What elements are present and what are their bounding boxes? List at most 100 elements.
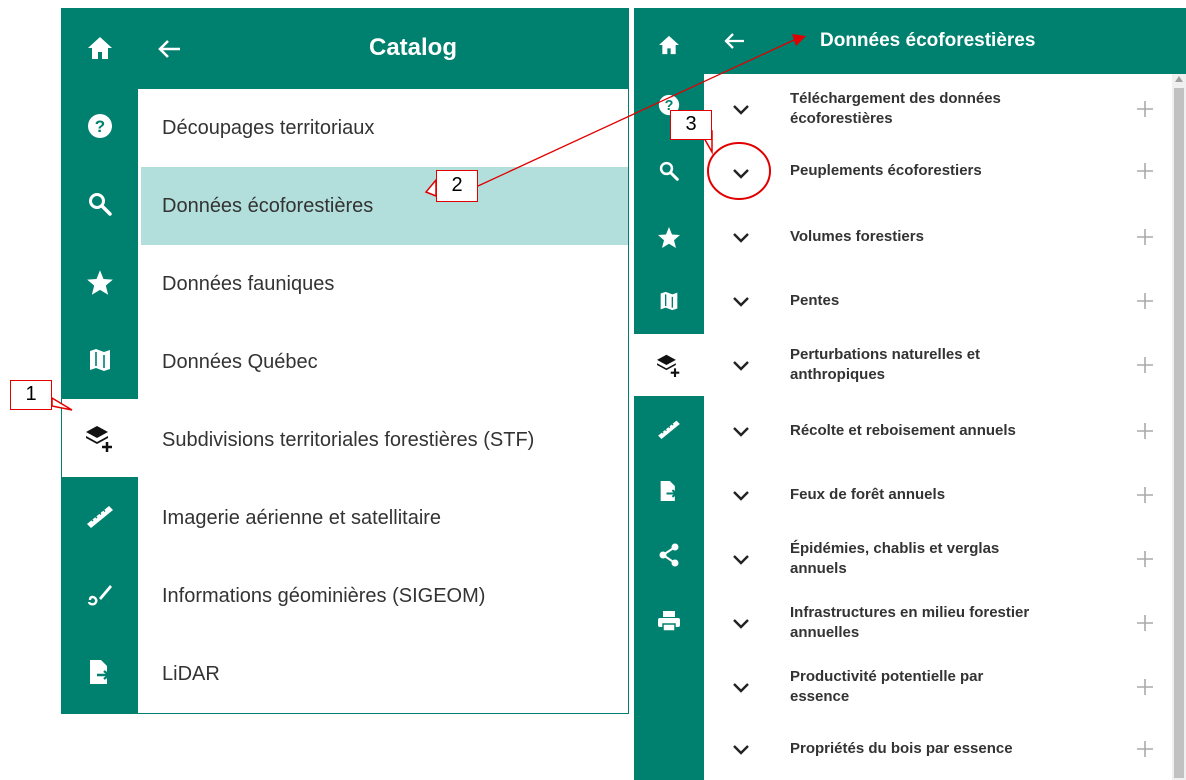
chevron-down-icon[interactable] — [728, 418, 754, 444]
plus-icon[interactable] — [1130, 94, 1160, 124]
layer-group-row: Feux de forêt annuels — [704, 464, 1174, 526]
ecoforest-header: Données écoforestières — [704, 8, 1186, 74]
layer-group-label[interactable]: Perturbations naturelles et anthropiques — [790, 334, 1090, 396]
measure-button[interactable] — [62, 477, 138, 555]
plus-icon[interactable] — [1130, 350, 1160, 380]
scroll-up-icon[interactable] — [1175, 76, 1183, 82]
layer-group-row: Pentes — [704, 270, 1174, 332]
export-button[interactable] — [62, 633, 138, 711]
layer-group-label[interactable]: Peuplements écoforestiers — [790, 142, 1090, 200]
layer-group-label[interactable]: Volumes forestiers — [790, 206, 1090, 268]
help-button[interactable]: ? — [62, 87, 138, 165]
layer-group-label[interactable]: Productivité potentielle par essence — [790, 656, 1090, 718]
catalog-item[interactable]: Subdivisions territoriales forestières (… — [141, 401, 628, 479]
map-button[interactable] — [634, 270, 704, 332]
layer-group-row: Téléchargement des données écoforestières — [704, 78, 1174, 140]
svg-text:?: ? — [95, 117, 105, 136]
catalog-item[interactable]: Données fauniques — [141, 245, 628, 323]
chevron-down-icon[interactable] — [728, 224, 754, 250]
catalog-item[interactable]: Découpages territoriaux — [141, 89, 628, 167]
home-button[interactable] — [62, 9, 138, 87]
star-icon — [87, 269, 113, 295]
plus-icon[interactable] — [1130, 608, 1160, 638]
help-icon: ? — [88, 114, 112, 138]
layer-group-label[interactable]: Infrastructures en milieu forestier annue… — [790, 592, 1090, 654]
layers-add-button[interactable] — [62, 399, 138, 477]
print-button[interactable] — [634, 590, 704, 652]
print-icon — [658, 611, 680, 632]
plus-icon[interactable] — [1130, 480, 1160, 510]
layer-group-row: Volumes forestiers — [704, 206, 1174, 268]
catalog-item[interactable]: Informations géominières (SIGEOM) — [141, 557, 628, 635]
search-button[interactable] — [62, 165, 138, 243]
plus-icon[interactable] — [1130, 286, 1160, 316]
favorites-button[interactable] — [62, 243, 138, 321]
layer-group-label[interactable]: Récolte et reboisement annuels — [790, 400, 1090, 462]
plus-icon[interactable] — [1130, 672, 1160, 702]
share-icon — [659, 543, 679, 567]
chevron-down-icon[interactable] — [728, 352, 754, 378]
callout-3-label: 3 — [670, 110, 712, 140]
layer-group-row: Peuplements écoforestiers — [704, 142, 1174, 204]
back-arrow-icon[interactable] — [722, 28, 748, 54]
file-export-icon — [90, 660, 111, 684]
chevron-down-icon[interactable] — [728, 96, 754, 122]
layer-group-row: Propriétés du bois par essence — [704, 718, 1174, 780]
export-button[interactable] — [634, 460, 704, 522]
plus-icon[interactable] — [1130, 416, 1160, 446]
chevron-down-icon[interactable] — [728, 546, 754, 572]
catalog-item-selected[interactable]: Données écoforestières — [141, 167, 628, 245]
catalog-item[interactable]: LiDAR — [141, 635, 628, 713]
ecoforest-panel: ? Données écoforestières Téléchargement … — [634, 8, 1186, 780]
layer-group-label[interactable]: Pentes — [790, 270, 1090, 332]
chevron-down-icon[interactable] — [728, 674, 754, 700]
home-icon — [659, 35, 679, 55]
layer-group-label[interactable]: Feux de forêt annuels — [790, 464, 1090, 526]
favorites-button[interactable] — [634, 206, 704, 268]
map-icon — [90, 349, 110, 371]
home-button[interactable] — [634, 14, 704, 76]
chevron-down-icon[interactable] — [728, 736, 754, 762]
draw-button[interactable] — [62, 555, 138, 633]
catalog-item[interactable]: Données Québec — [141, 323, 628, 401]
callout-1-label: 1 — [10, 380, 52, 410]
layer-group-label[interactable]: Épidémies, chablis et verglas annuels — [790, 528, 1090, 590]
chevron-down-icon[interactable] — [728, 482, 754, 508]
ecoforest-title: Données écoforestières — [820, 30, 1036, 51]
plus-icon[interactable] — [1130, 544, 1160, 574]
layer-group-row: Perturbations naturelles et anthropiques — [704, 334, 1174, 396]
search-icon — [659, 161, 679, 181]
left-sidebar-rail: ? — [62, 9, 138, 713]
scrollbar-thumb[interactable] — [1174, 88, 1184, 778]
file-export-icon — [660, 481, 679, 501]
star-icon — [658, 226, 680, 248]
catalog-header: Catalog — [138, 9, 628, 89]
measure-button[interactable] — [634, 398, 704, 460]
catalog-title: Catalog — [368, 34, 457, 61]
share-button[interactable] — [634, 524, 704, 586]
search-icon — [89, 193, 112, 216]
layer-group-row: Infrastructures en milieu forestier annue… — [704, 592, 1174, 654]
map-icon — [660, 291, 678, 311]
layers-add-button[interactable] — [634, 334, 704, 396]
layer-group-label[interactable]: Téléchargement des données écoforestières — [790, 78, 1090, 140]
layer-group-label[interactable]: Propriétés du bois par essence — [790, 718, 1090, 780]
chevron-down-icon[interactable] — [728, 160, 754, 186]
layers-add-icon — [86, 426, 112, 452]
draw-icon — [87, 585, 112, 606]
layer-group-row: Productivité potentielle par essence — [704, 656, 1174, 718]
ruler-icon — [658, 420, 680, 439]
plus-icon[interactable] — [1130, 734, 1160, 764]
layer-group-row: Épidémies, chablis et verglas annuels — [704, 528, 1174, 590]
plus-icon[interactable] — [1130, 222, 1160, 252]
ruler-icon — [87, 506, 113, 528]
search-button[interactable] — [634, 140, 704, 202]
chevron-down-icon[interactable] — [728, 288, 754, 314]
map-button[interactable] — [62, 321, 138, 399]
catalog-item[interactable]: Imagerie aérienne et satellitaire — [141, 479, 628, 557]
catalog-panel: ? Catalog Découpages territoriaux Donnée… — [61, 8, 629, 714]
scrollbar[interactable] — [1172, 74, 1186, 780]
layers-add-icon — [657, 354, 680, 377]
plus-icon[interactable] — [1130, 156, 1160, 186]
chevron-down-icon[interactable] — [728, 610, 754, 636]
